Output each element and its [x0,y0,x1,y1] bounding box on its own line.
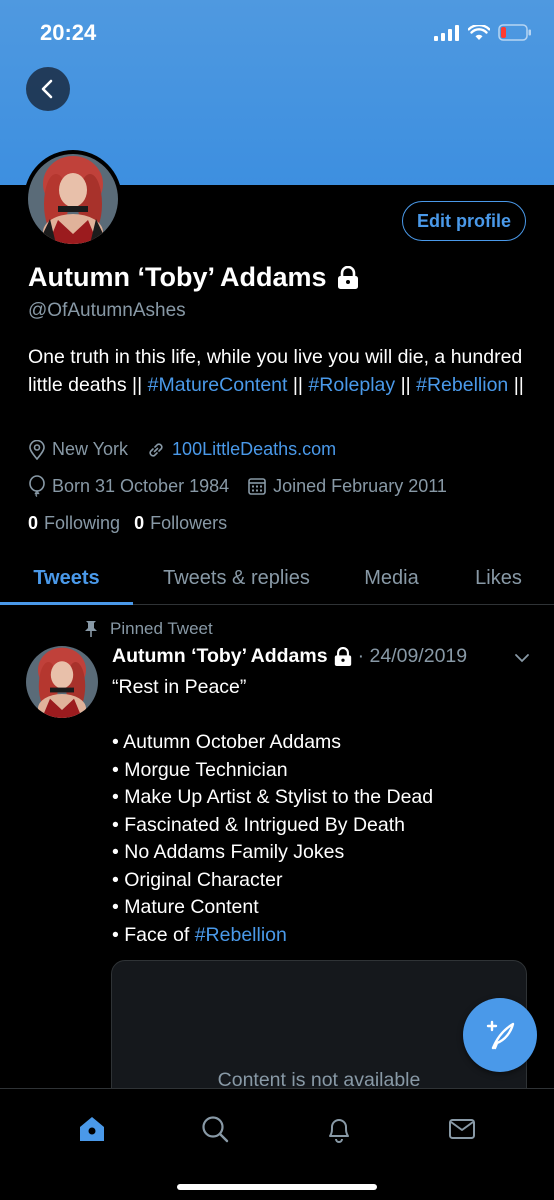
location-pin-icon [29,439,45,460]
balloon-icon [29,475,45,497]
bio-hashtag-link[interactable]: #Roleplay [308,374,395,396]
lock-icon [334,646,351,666]
bio-hashtag-link[interactable]: #MatureContent [148,374,288,396]
birth-date: Born 31 October 1984 [28,475,229,497]
notifications-icon [328,1119,349,1143]
profile-avatar-image [28,154,118,244]
pin-icon [85,621,97,637]
pinned-label: Pinned Tweet [110,619,213,638]
profile-meta-row-2: Born 31 October 1984 Joined February 201… [28,475,465,497]
compose-tweet-button[interactable] [463,998,537,1072]
home-indicator [177,1184,377,1190]
location: New York [28,439,128,460]
tab-tweets-replies[interactable]: Tweets & replies [133,552,340,604]
tweet-bullet: • Fascinated & Intrigued By Death [112,813,405,836]
nav-search[interactable] [195,1109,235,1149]
followers-count: 0 [134,513,145,533]
tweet-bullet-last: • Face of #Rebellion [112,922,532,950]
website[interactable]: 100LittleDeaths.com [146,439,336,460]
website-link[interactable]: 100LittleDeaths.com [172,439,336,460]
hashtag-link[interactable]: #Rebellion [195,924,287,946]
lock-icon [337,265,358,289]
link-icon [149,442,163,457]
profile-name-row: Autumn ‘Toby’ Addams [28,262,359,293]
profile-bio: One truth in this life, while you live y… [28,343,528,399]
home-icon [79,1117,104,1141]
birth-text: Born 31 October 1984 [52,475,230,496]
signal-icon [434,24,459,41]
tweet-author-name[interactable]: Autumn ‘Toby’ Addams [112,645,328,668]
tweet-avatar[interactable] [26,646,98,718]
bio-hashtag-link[interactable]: #Rebellion [416,374,508,396]
profile-avatar[interactable] [24,150,122,248]
bio-text: || [508,374,524,396]
chevron-left-icon [41,79,53,99]
tweet-bullet: • Mature Content [112,896,259,918]
profile-handle: @OfAutumnAshes [28,300,186,321]
status-bar: 20:24 [0,0,554,60]
joined-date: Joined February 2011 [247,476,447,497]
tab-likes[interactable]: Likes [443,552,554,604]
compose-quill-icon [486,1020,515,1050]
following-label: Following [44,513,121,533]
tweet-bullet: • Morgue Technician [112,758,288,781]
tweet-header: Autumn ‘Toby’ Addams · 24/09/2019 [112,645,532,668]
tweet-date: · 24/09/2019 [357,645,468,667]
location-text: New York [52,439,129,459]
profile-meta-row-1: New York 100LittleDeaths.com [28,439,354,460]
tweet-title: “Rest in Peace” [112,676,247,698]
nav-home[interactable] [72,1109,112,1149]
search-icon [202,1116,229,1143]
status-icons [434,24,532,41]
calendar-icon [248,478,266,495]
pinned-label-row: Pinned Tweet [84,619,213,639]
bio-text: || [395,374,417,396]
tweet-bullet: • Original Character [112,868,283,891]
nav-messages[interactable] [442,1109,482,1149]
tweet-bullet: • Make Up Artist & Stylist to the Dead [112,786,434,808]
tweet-options-button[interactable] [514,650,530,668]
followers-label: Followers [150,513,228,533]
tweet-bullet: • No Addams Family Jokes [112,841,345,863]
chevron-down-icon [515,654,529,663]
tab-tweets[interactable]: Tweets [0,552,133,605]
following-count: 0 [28,513,39,533]
tweet-bullet: • Autumn October Addams [112,731,342,753]
profile-tabs: Tweets Tweets & replies Media Likes [0,552,554,605]
bio-text: || [287,374,309,396]
battery-icon [498,24,531,41]
follow-counts: 0 Following 0 Followers [28,513,227,534]
back-button[interactable] [26,67,70,111]
following-stat[interactable]: 0 Following [28,513,120,534]
tweet-bullet-prefix: • Face of [112,923,195,946]
followers-stat[interactable]: 0 Followers [134,513,227,534]
tab-media[interactable]: Media [340,552,443,604]
wifi-icon [468,24,490,40]
joined-text: Joined February 2011 [273,475,447,496]
status-time: 20:24 [40,20,97,45]
messages-icon [449,1119,476,1139]
tweet-text: “Rest in Peace” • Autumn October Addams … [112,674,532,949]
nav-notifications[interactable] [319,1109,359,1149]
profile-name: Autumn ‘Toby’ Addams [28,262,327,292]
edit-profile-button[interactable]: Edit profile [402,201,526,241]
